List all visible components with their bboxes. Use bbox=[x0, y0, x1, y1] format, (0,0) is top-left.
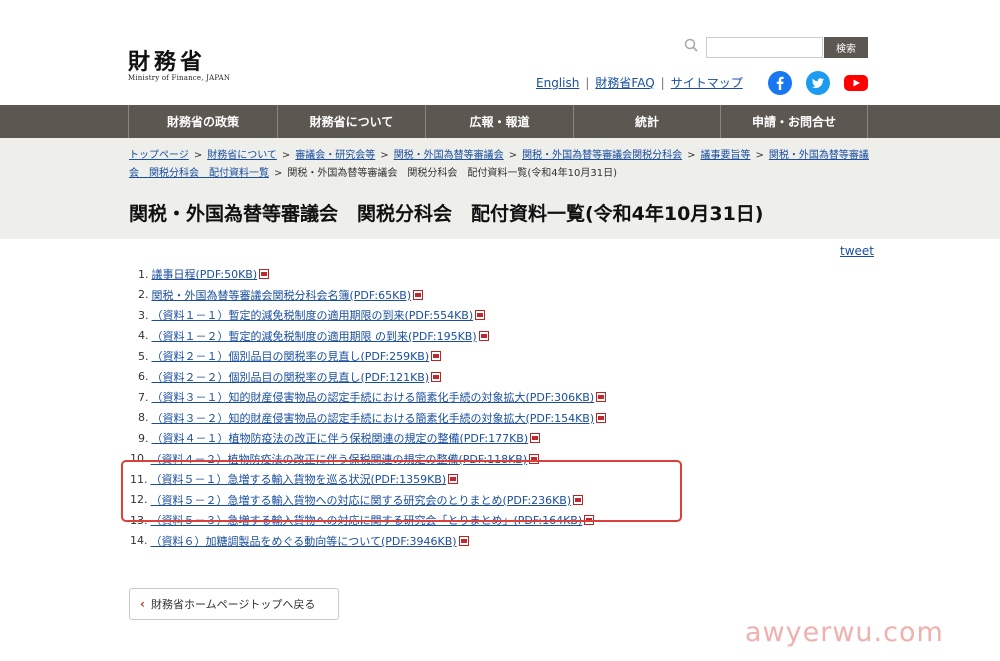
pdf-icon bbox=[431, 351, 442, 362]
utility-links: English | 財務省FAQ | サイトマップ bbox=[536, 74, 743, 91]
pdf-icon bbox=[431, 371, 442, 382]
divider: | bbox=[585, 76, 590, 90]
search-input[interactable] bbox=[706, 37, 823, 58]
pdf-icon bbox=[478, 330, 489, 341]
list-item: 8. （資料３－２）知的財産侵害物品の認定手続における簡素化手続の対象拡大(PDF… bbox=[130, 408, 607, 429]
search-button[interactable]: 検索 bbox=[824, 37, 868, 58]
pdf-icon bbox=[596, 412, 607, 423]
item-number: 9. bbox=[138, 431, 149, 445]
breadcrumb-link[interactable]: 関税・外国為替等審議会関税分科会 bbox=[522, 150, 682, 161]
breadcrumb-link[interactable]: 議事要旨等 bbox=[700, 150, 750, 161]
main-nav: 財務省の政策 財務省について 広報・報道 統計 申請・お問合せ bbox=[0, 105, 1000, 138]
tweet-link[interactable]: tweet bbox=[840, 244, 874, 258]
document-link[interactable]: 議事日程(PDF:50KB) bbox=[152, 266, 258, 282]
breadcrumb: トップページ > 財務省について > 審議会・研究会等 > 関税・外国為替等審議会 > 関税・外… bbox=[129, 150, 869, 179]
document-link[interactable]: （資料１－２）暫定的減免税制度の適用期限 の到来(PDF:195KB) bbox=[152, 328, 477, 344]
list-item: 5. （資料２－１）個別品目の関税率の見直し(PDF:259KB) bbox=[130, 346, 606, 367]
youtube-icon[interactable] bbox=[843, 71, 869, 95]
site-logo[interactable]: 財務省 bbox=[128, 44, 206, 76]
pdf-icon bbox=[475, 310, 486, 321]
site-header: 財務省 Ministry of Finance, JAPAN 検索 Englis… bbox=[0, 0, 1000, 105]
list-item: 2. 関税・外国為替等審議会関税分科会名簿(PDF:65KB) bbox=[130, 285, 606, 306]
item-number: 4. bbox=[138, 329, 149, 343]
pdf-icon bbox=[596, 392, 607, 403]
pdf-icon bbox=[458, 535, 469, 546]
breadcrumb-link[interactable]: 財務省について bbox=[207, 150, 277, 161]
list-item: 4. （資料１－２）暫定的減免税制度の適用期限 の到来(PDF:195KB) bbox=[130, 326, 606, 347]
document-link[interactable]: （資料２－１）個別品目の関税率の見直し(PDF:259KB) bbox=[152, 348, 430, 364]
document-link[interactable]: （資料３－１）知的財産侵害物品の認定手続における簡素化手続の対象拡大(PDF:3… bbox=[152, 389, 595, 405]
pdf-icon bbox=[530, 433, 541, 444]
document-link[interactable]: （資料１－１）暫定的減免税制度の適用期限の到来(PDF:554KB) bbox=[152, 307, 474, 323]
item-number: 2. bbox=[138, 288, 149, 302]
breadcrumb-link[interactable]: 関税・外国為替等審議会 bbox=[394, 150, 504, 161]
nav-item-press[interactable]: 広報・報道 bbox=[425, 105, 573, 138]
item-number: 1. bbox=[138, 267, 149, 281]
list-item: 9. （資料４－１）植物防疫法の改正に伴う保税関連の規定の整備(PDF:177KB… bbox=[130, 428, 606, 449]
item-number: 3. bbox=[138, 308, 149, 322]
nav-item-statistics[interactable]: 統計 bbox=[573, 105, 720, 138]
sitemap-link[interactable]: サイトマップ bbox=[671, 76, 743, 90]
site-logo-subtitle: Ministry of Finance, JAPAN bbox=[128, 74, 231, 82]
back-button-label: 財務省ホームページトップへ戻る bbox=[150, 598, 316, 611]
document-link[interactable]: （資料３－２）知的財産侵害物品の認定手続における簡素化手続の対象拡大(PDF:1… bbox=[152, 410, 595, 426]
nav-item-policy[interactable]: 財務省の政策 bbox=[128, 105, 277, 138]
list-item: 1. 議事日程(PDF:50KB) bbox=[130, 264, 606, 285]
chevron-left-icon: ‹ bbox=[140, 597, 145, 611]
nav-item-contact[interactable]: 申請・お問合せ bbox=[720, 105, 868, 138]
document-link[interactable]: （資料６）加糖調製品をめぐる動向等について(PDF:3946KB) bbox=[151, 533, 457, 549]
list-item: 3. （資料１－１）暫定的減免税制度の適用期限の到来(PDF:554KB) bbox=[130, 305, 606, 326]
document-link[interactable]: 関税・外国為替等審議会関税分科会名簿(PDF:65KB) bbox=[152, 287, 412, 303]
item-number: 7. bbox=[138, 390, 149, 404]
pdf-icon bbox=[413, 289, 424, 300]
highlight-annotation-box bbox=[121, 460, 682, 522]
breadcrumb-link[interactable]: 審議会・研究会等 bbox=[295, 150, 375, 161]
nav-item-about[interactable]: 財務省について bbox=[277, 105, 425, 138]
back-to-top-button[interactable]: ‹ 財務省ホームページトップへ戻る bbox=[129, 588, 339, 620]
document-link[interactable]: （資料４－１）植物防疫法の改正に伴う保税関連の規定の整備(PDF:177KB) bbox=[152, 430, 529, 446]
item-number: 14. bbox=[130, 534, 148, 548]
english-link[interactable]: English bbox=[536, 76, 579, 90]
page-title: 関税・外国為替等審議会 関税分科会 配付資料一覧(令和4年10月31日) bbox=[129, 203, 764, 225]
search-icon bbox=[684, 38, 698, 52]
list-item: 6. （資料２－２）個別品目の関税率の見直し(PDF:121KB) bbox=[130, 367, 606, 388]
pdf-icon bbox=[259, 269, 270, 280]
breadcrumb-link[interactable]: トップページ bbox=[129, 150, 189, 161]
divider: | bbox=[660, 76, 665, 90]
document-link[interactable]: （資料２－２）個別品目の関税率の見直し(PDF:121KB) bbox=[152, 369, 430, 385]
faq-link[interactable]: 財務省FAQ bbox=[595, 76, 654, 90]
breadcrumb-current: 関税・外国為替等審議会 関税分科会 配付資料一覧(令和4年10月31日) bbox=[287, 168, 618, 179]
item-number: 5. bbox=[138, 349, 149, 363]
twitter-icon[interactable] bbox=[806, 71, 830, 95]
item-number: 8. bbox=[138, 411, 149, 425]
watermark: awyerwu.com bbox=[745, 617, 944, 648]
item-number: 6. bbox=[138, 370, 149, 384]
facebook-icon[interactable] bbox=[768, 71, 792, 95]
list-item: 14. （資料６）加糖調製品をめぐる動向等について(PDF:3946KB) bbox=[130, 531, 606, 552]
list-item: 7. （資料３－１）知的財産侵害物品の認定手続における簡素化手続の対象拡大(PDF… bbox=[130, 387, 607, 408]
